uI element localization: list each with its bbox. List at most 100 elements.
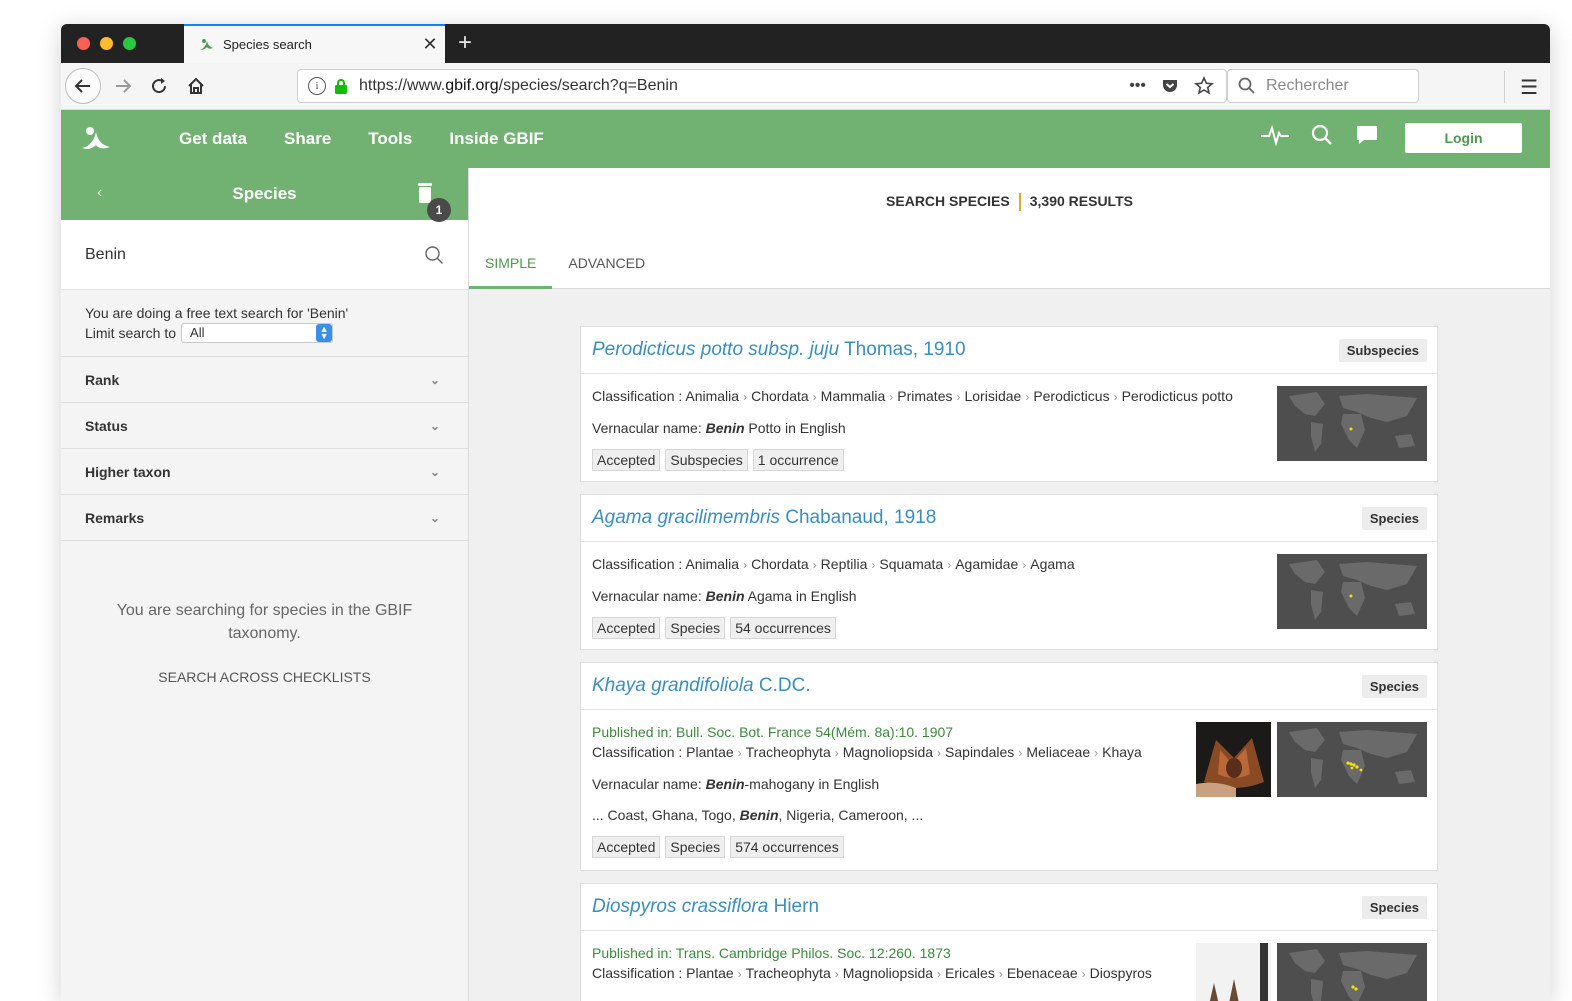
forward-button[interactable] xyxy=(105,68,141,104)
close-window-button[interactable] xyxy=(77,37,90,50)
result-card: Perodicticus potto subsp. juju Thomas, 1… xyxy=(580,326,1438,482)
reload-button[interactable] xyxy=(141,68,177,104)
taxon-link[interactable]: Primates xyxy=(897,388,952,404)
taxon-link[interactable]: Reptilia xyxy=(821,556,868,572)
occurrence-map[interactable] xyxy=(1277,386,1427,461)
search-mode-tabs: SIMPLE ADVANCED xyxy=(469,238,661,289)
nav-share[interactable]: Share xyxy=(284,129,331,149)
taxon-link[interactable]: Sapindales xyxy=(945,744,1014,760)
browser-search-input[interactable]: Rechercher xyxy=(1227,69,1419,103)
taxon-link[interactable]: Chordata xyxy=(751,556,809,572)
home-icon xyxy=(188,77,204,94)
taxon-link[interactable]: Plantae xyxy=(686,744,733,760)
home-button[interactable] xyxy=(178,68,214,104)
breadcrumb-separator-icon: › xyxy=(889,390,894,404)
rank-tag: Species xyxy=(665,617,726,639)
chevron-down-icon: ⌄ xyxy=(429,464,440,479)
minimize-window-button[interactable] xyxy=(100,37,113,50)
taxon-link[interactable]: Animalia xyxy=(685,388,739,404)
occurrence-tag[interactable]: 54 occurrences xyxy=(730,617,836,639)
facet-rank[interactable]: Rank ⌄ xyxy=(61,357,468,403)
taxon-link[interactable]: Lorisidae xyxy=(964,388,1021,404)
species-photo[interactable] xyxy=(1196,943,1271,1001)
species-title-link[interactable]: Perodicticus potto subsp. juju Thomas, 1… xyxy=(592,339,966,361)
taxon-link[interactable]: Animalia xyxy=(685,556,739,572)
tab-strip: Species search ✕ + xyxy=(61,24,1550,63)
maximize-window-button[interactable] xyxy=(123,37,136,50)
taxon-link[interactable]: Diospyros xyxy=(1090,965,1152,981)
page-actions-icon[interactable]: ••• xyxy=(1129,77,1146,95)
facet-remarks[interactable]: Remarks ⌄ xyxy=(61,495,468,541)
species-photo[interactable] xyxy=(1196,722,1271,797)
rank-badge: Subspecies xyxy=(1338,338,1427,362)
occurrence-tag[interactable]: 1 occurrence xyxy=(752,449,844,471)
taxon-link[interactable]: Meliaceae xyxy=(1026,744,1090,760)
gbif-logo-icon[interactable] xyxy=(79,122,113,156)
taxon-link[interactable]: Plantae xyxy=(686,965,733,981)
species-title-link[interactable]: Khaya grandifoliola C.DC. xyxy=(592,675,811,697)
tab-close-icon[interactable]: ✕ xyxy=(415,34,445,55)
species-title-link[interactable]: Diospyros crassiflora Hiern xyxy=(592,896,819,918)
tab-advanced[interactable]: ADVANCED xyxy=(552,238,661,289)
breadcrumb-separator-icon: › xyxy=(937,746,942,760)
breadcrumb-separator-icon: › xyxy=(834,746,839,760)
taxon-link[interactable]: Agamidae xyxy=(955,556,1018,572)
back-button[interactable] xyxy=(65,68,101,104)
taxon-link[interactable]: Agama xyxy=(1030,556,1074,572)
nav-get-data[interactable]: Get data xyxy=(179,129,247,149)
occurrence-map[interactable] xyxy=(1277,943,1427,1001)
rank-tag: Species xyxy=(665,836,726,858)
taxon-link[interactable]: Khaya xyxy=(1102,744,1142,760)
navigation-bar: i https://www.gbif.org/species/search?q=… xyxy=(61,63,1550,110)
taxon-link[interactable]: Squamata xyxy=(879,556,943,572)
occurrence-map[interactable] xyxy=(1277,722,1427,797)
results-list: Perodicticus potto subsp. juju Thomas, 1… xyxy=(580,326,1438,1001)
login-button[interactable]: Login xyxy=(1405,123,1522,153)
nav-inside-gbif[interactable]: Inside GBIF xyxy=(449,129,543,149)
facet-status[interactable]: Status ⌄ xyxy=(61,403,468,449)
lock-icon xyxy=(335,79,347,94)
url-text: https://www.gbif.org/species/search?q=Be… xyxy=(359,77,678,94)
species-search-input[interactable]: Benin xyxy=(61,220,468,290)
site-search-icon[interactable] xyxy=(1311,124,1333,146)
pocket-icon[interactable] xyxy=(1160,76,1180,96)
limit-search-select[interactable]: All ▲ ▼ xyxy=(181,323,334,343)
breadcrumb-separator-icon: › xyxy=(812,390,817,404)
tab-title: Species search xyxy=(223,37,312,52)
taxon-link[interactable]: Tracheophyta xyxy=(746,744,831,760)
new-tab-icon[interactable]: + xyxy=(453,30,477,56)
result-card: Khaya grandifoliola C.DC. Species Publis… xyxy=(580,662,1438,871)
gbif-header: Get data Share Tools Inside GBIF Login xyxy=(61,110,1550,168)
activity-pulse-icon[interactable] xyxy=(1261,124,1289,146)
taxon-link[interactable]: Magnoliopsida xyxy=(843,744,933,760)
tab-simple[interactable]: SIMPLE xyxy=(469,238,553,289)
occurrence-map[interactable] xyxy=(1277,554,1427,629)
facet-higher-taxon[interactable]: Higher taxon ⌄ xyxy=(61,449,468,495)
taxon-link[interactable]: Chordata xyxy=(751,388,809,404)
taxon-link[interactable]: Perodicticus potto xyxy=(1122,388,1233,404)
nav-tools[interactable]: Tools xyxy=(368,129,412,149)
occurrence-tag[interactable]: 574 occurrences xyxy=(730,836,844,858)
url-bar[interactable]: i https://www.gbif.org/species/search?q=… xyxy=(297,69,1227,103)
bookmark-star-icon[interactable] xyxy=(1194,76,1214,96)
species-title-link[interactable]: Agama gracilimembris Chabanaud, 1918 xyxy=(592,507,936,529)
rank-badge: Species xyxy=(1361,674,1427,698)
toolbar-divider xyxy=(1504,71,1505,103)
hamburger-menu-icon[interactable]: ☰ xyxy=(1520,75,1538,100)
taxon-link[interactable]: Ericales xyxy=(945,965,995,981)
search-icon[interactable] xyxy=(424,245,444,265)
taxon-link[interactable]: Tracheophyta xyxy=(746,965,831,981)
gbif-favicon-icon xyxy=(198,37,214,53)
free-text-description: You are doing a free text search for 'Be… xyxy=(61,290,468,357)
search-across-checklists-link[interactable]: SEARCH ACROSS CHECKLISTS xyxy=(61,669,468,685)
info-icon[interactable]: i xyxy=(308,77,326,95)
taxon-link[interactable]: Magnoliopsida xyxy=(843,965,933,981)
taxon-link[interactable]: Ebenaceae xyxy=(1007,965,1078,981)
feedback-chat-icon[interactable] xyxy=(1355,124,1379,146)
taxon-link[interactable]: Perodicticus xyxy=(1033,388,1109,404)
browser-tab[interactable]: Species search ✕ xyxy=(184,24,445,63)
filter-sidebar: ‹ Species 1 Benin You are doing a free t… xyxy=(61,168,469,1001)
result-count: SEARCH SPECIES 3,390 RESULTS xyxy=(469,193,1550,212)
collapse-sidebar-icon[interactable]: ‹ xyxy=(97,184,102,202)
taxon-link[interactable]: Mammalia xyxy=(821,388,886,404)
